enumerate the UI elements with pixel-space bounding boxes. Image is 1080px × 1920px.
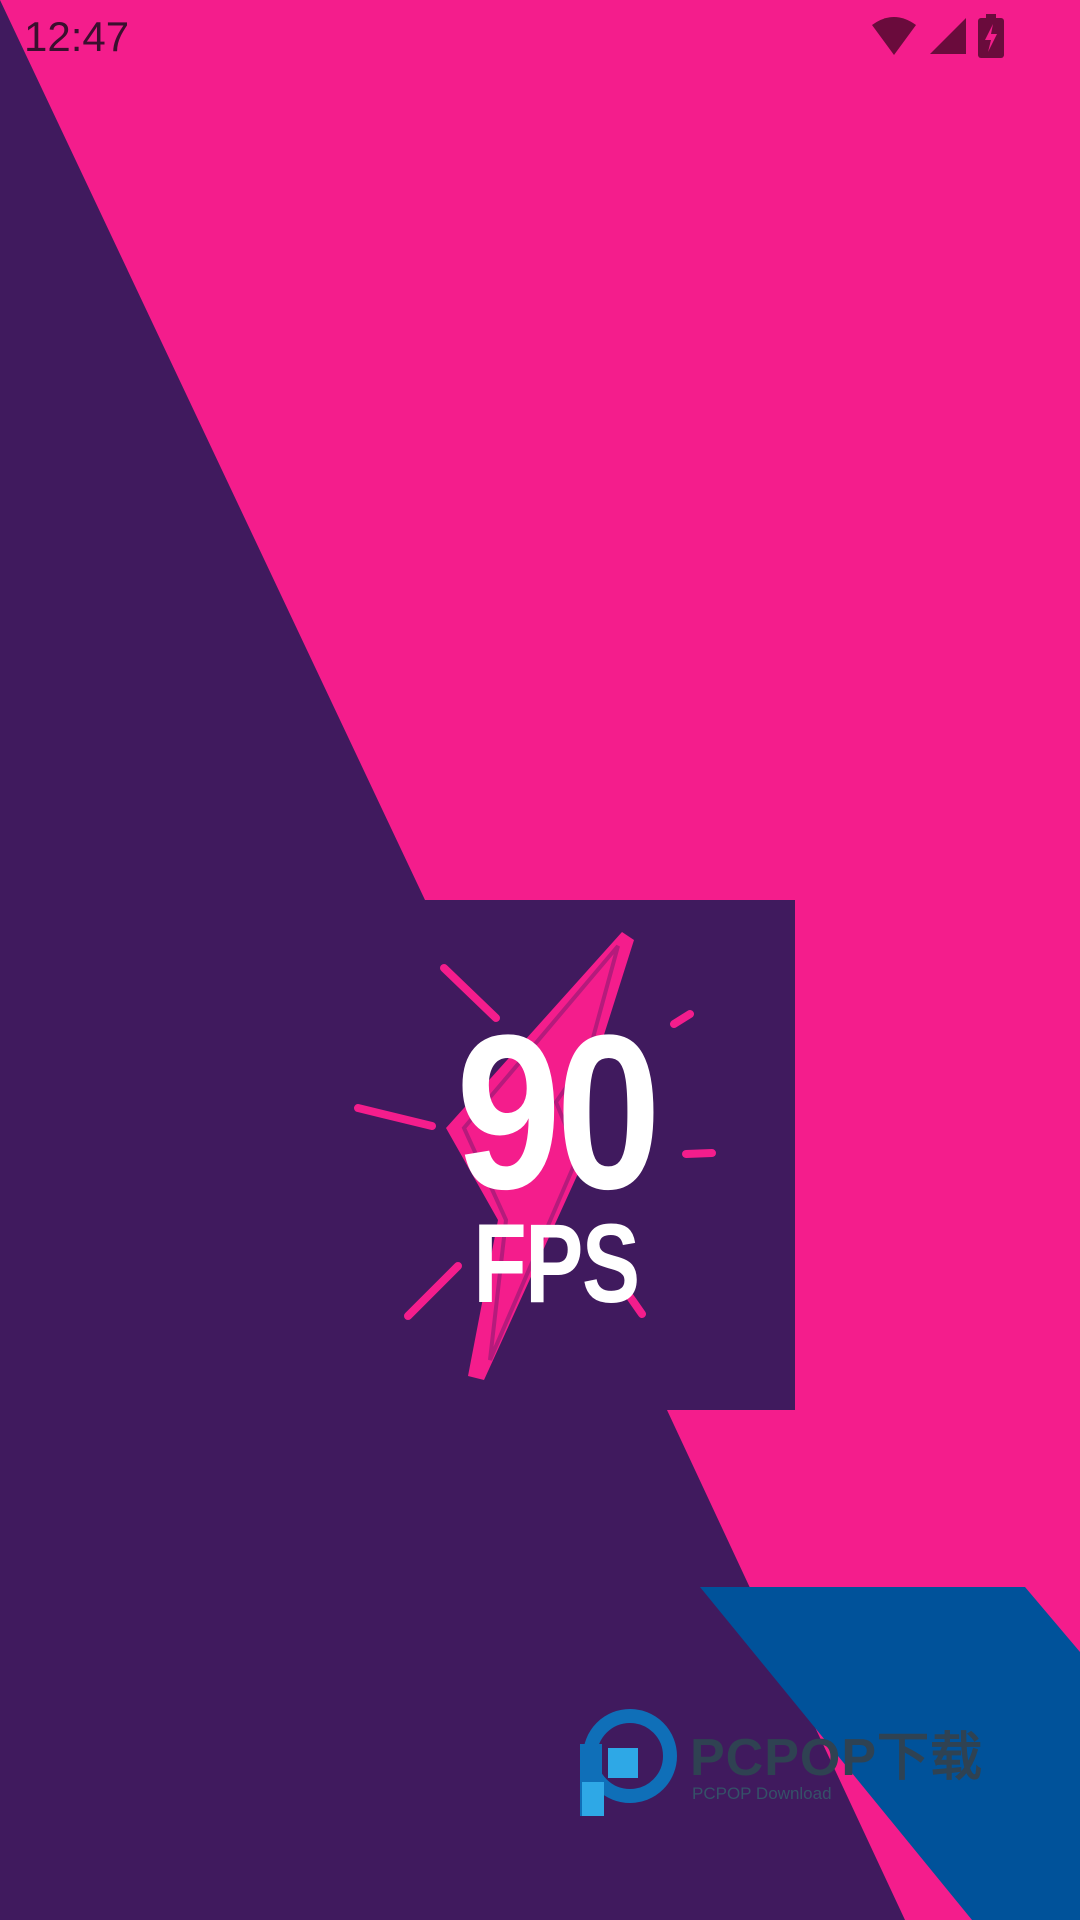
logo-unit: FPS (473, 1201, 640, 1326)
wifi-icon (870, 15, 918, 62)
watermark: PCPOP下载 PCPOP Download (578, 1704, 1038, 1824)
battery-charging-icon (978, 14, 1004, 63)
status-time: 12:47 (24, 13, 130, 60)
logo-number: 90 (455, 989, 661, 1235)
cell-signal-icon (928, 16, 968, 61)
status-icons (870, 14, 1004, 63)
app-logo: 90 FPS (350, 920, 730, 1390)
splash-screen: 12:47 90 FPS PCPOP下载 PCPOP Download (0, 0, 1080, 1920)
pcpop-logo-icon (580, 1709, 677, 1816)
status-bar: 12:47 (0, 0, 1080, 74)
watermark-subtitle: PCPOP Download (692, 1784, 832, 1803)
watermark-brand: PCPOP下载 (690, 1729, 984, 1787)
